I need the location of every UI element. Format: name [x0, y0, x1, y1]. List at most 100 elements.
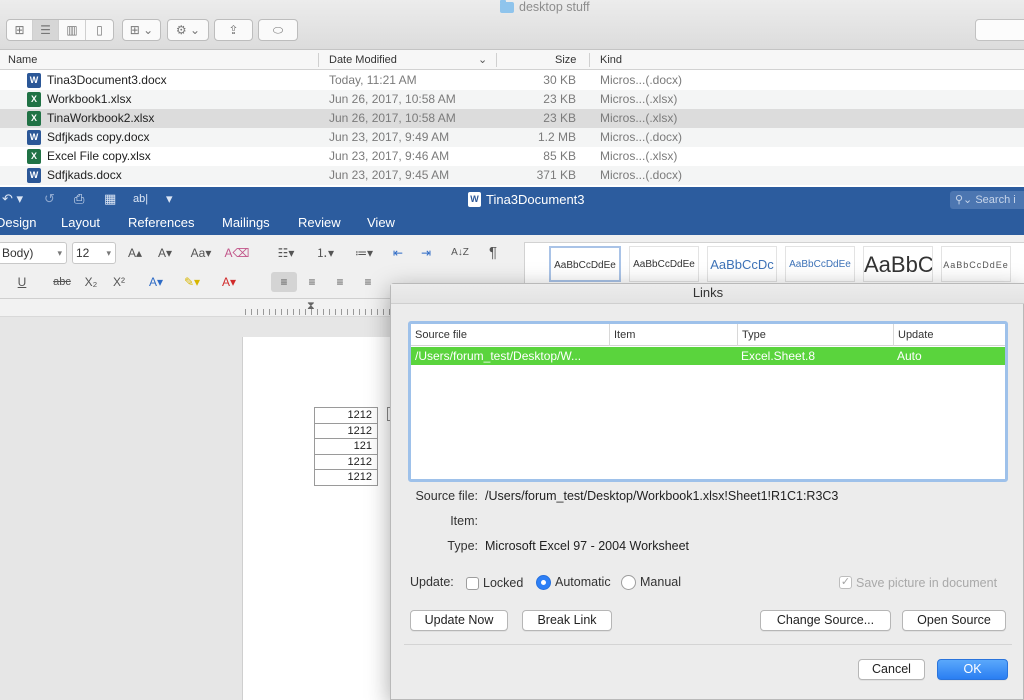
gallery-view-button[interactable]: ▯	[86, 20, 113, 40]
highlight-icon[interactable]: ✎▾	[176, 272, 208, 292]
automatic-radio[interactable]	[536, 575, 551, 590]
column-name-header[interactable]: Name	[8, 50, 37, 70]
links-list-row[interactable]: /Users/forum_test/Desktop/W... Excel.She…	[411, 347, 1005, 365]
embedded-excel-table[interactable]: 1212 1212 121 1212 1212	[314, 407, 378, 486]
links-list[interactable]: Source file Item Type Update /Users/foru…	[408, 321, 1008, 482]
file-kind: Micros...(.docx)	[600, 73, 683, 87]
justify-icon[interactable]: ≡	[355, 272, 381, 292]
table-row[interactable]: X Workbook1.xlsx Jun 26, 2017, 10:58 AM 23 …	[0, 90, 1024, 109]
style-preview[interactable]: AaBbCcDc	[707, 246, 777, 282]
finder-search-field[interactable]	[975, 19, 1024, 41]
multilevel-list-icon[interactable]: ≔▾	[348, 243, 380, 263]
font-color-icon[interactable]: A▾	[214, 272, 244, 292]
finder-column-header: Name Date Modified ⌄ Size Kind	[0, 50, 1024, 70]
table-row[interactable]: W Sdfjkads.docx Jun 23, 2017, 9:45 AM 371 K…	[0, 166, 1024, 185]
manual-radio[interactable]	[621, 575, 636, 590]
underline-icon[interactable]: U	[12, 272, 32, 292]
style-preview[interactable]: AaBbCcDdEe	[629, 246, 699, 282]
share-button[interactable]: ⇪	[215, 20, 252, 40]
text-box-icon[interactable]: ab|	[133, 193, 148, 205]
column-kind-header[interactable]: Kind	[600, 50, 622, 70]
align-right-icon[interactable]: ≡	[327, 272, 353, 292]
share-icon: ⇪	[228, 23, 239, 37]
file-size: 371 KB	[536, 168, 576, 182]
superscript-icon[interactable]: X²	[108, 272, 130, 292]
table-row[interactable]: W Tina3Document3.docx Today, 11:21 AM 30 KB…	[0, 71, 1024, 90]
list-view-button[interactable]: ☰	[33, 20, 59, 40]
shrink-font-icon[interactable]: A▾	[153, 243, 177, 263]
automatic-label: Automatic	[555, 575, 611, 589]
gallery-view-icon: ▯	[96, 23, 103, 37]
table-row[interactable]: X TinaWorkbook2.xlsx Jun 26, 2017, 10:58 A…	[0, 109, 1024, 128]
cancel-button[interactable]: Cancel	[858, 659, 925, 680]
style-preview[interactable]: AaBbCcDdEe	[785, 246, 855, 282]
ok-button[interactable]: OK	[937, 659, 1008, 680]
table-row: 1212	[314, 469, 378, 486]
locked-checkbox[interactable]	[466, 577, 479, 590]
print-icon[interactable]: ⎙	[74, 191, 84, 207]
share-group: ⇪	[214, 19, 253, 41]
type-column-header[interactable]: Type	[737, 324, 893, 346]
tab-references[interactable]: References	[128, 215, 194, 230]
grow-font-icon[interactable]: A▴	[123, 243, 147, 263]
tab-layout[interactable]: Layout	[61, 215, 100, 230]
style-preview[interactable]: AaBbCcDdEe	[549, 246, 621, 282]
strikethrough-icon[interactable]: abc	[48, 272, 76, 292]
item-column-header[interactable]: Item	[609, 324, 737, 346]
pilcrow-icon[interactable]: ¶	[480, 243, 506, 263]
increase-indent-icon[interactable]: ⇥	[415, 243, 437, 263]
table-row[interactable]: W Sdfjkads copy.docx Jun 23, 2017, 9:49 AM…	[0, 128, 1024, 147]
table-row[interactable]: X Excel File copy.xlsx Jun 23, 2017, 9:46 …	[0, 147, 1024, 166]
column-size-header[interactable]: Size	[555, 50, 576, 70]
column-view-button[interactable]: ▥	[59, 20, 86, 40]
clear-formatting-icon[interactable]: A⌫	[224, 243, 250, 263]
word-search-field[interactable]: ⚲⌄ Search i	[950, 191, 1024, 209]
tab-view[interactable]: View	[367, 215, 395, 230]
grid-icon[interactable]: ▦	[104, 191, 116, 207]
links-list-header: Source file Item Type Update	[411, 324, 1005, 346]
file-name: TinaWorkbook2.xlsx	[47, 111, 155, 125]
align-center-icon[interactable]: ≡	[299, 272, 325, 292]
arrange-button[interactable]: ⊞ ⌄	[123, 20, 160, 40]
update-now-button[interactable]: Update Now	[410, 610, 508, 631]
style-preview[interactable]: AaBbC	[863, 246, 933, 282]
subscript-icon[interactable]: X₂	[80, 272, 102, 292]
undo-icon[interactable]: ↶ ▾	[2, 191, 23, 207]
style-preview[interactable]: AaBbCcDdEe	[941, 246, 1011, 282]
open-source-button[interactable]: Open Source	[902, 610, 1006, 631]
bullets-icon[interactable]: ☷▾	[270, 243, 302, 263]
ruler-ticks	[245, 309, 390, 315]
change-source-button[interactable]: Change Source...	[760, 610, 891, 631]
change-case-icon[interactable]: Aa▾	[185, 243, 217, 263]
customize-toolbar-icon[interactable]: ▾	[166, 191, 173, 207]
column-separator	[318, 53, 319, 67]
action-button[interactable]: ⚙ ⌄	[168, 20, 208, 40]
file-name: Excel File copy.xlsx	[47, 149, 151, 163]
file-name: Sdfjkads copy.docx	[47, 130, 150, 144]
tab-mailings[interactable]: Mailings	[222, 215, 270, 230]
document-page[interactable]: 1212 1212 121 1212 1212	[242, 337, 402, 700]
word-doc-icon: W	[468, 192, 481, 207]
indent-marker-icon[interactable]: ⧗	[307, 300, 315, 313]
icon-view-button[interactable]: ⊞	[7, 20, 33, 40]
word-doc-icon: W	[27, 168, 41, 183]
font-name-box[interactable]: Body) ▾	[0, 242, 67, 264]
update-label: Update:	[410, 575, 454, 589]
decrease-indent-icon[interactable]: ⇤	[387, 243, 409, 263]
numbering-icon[interactable]: ⒈▾	[309, 243, 341, 263]
tab-review[interactable]: Review	[298, 215, 341, 230]
align-left-icon[interactable]: ≡	[271, 272, 297, 292]
sort-icon[interactable]: A↓Z	[446, 243, 474, 263]
break-link-button[interactable]: Break Link	[522, 610, 612, 631]
tags-button[interactable]: ⬭	[259, 20, 297, 40]
source-file-column-header[interactable]: Source file	[411, 324, 609, 346]
column-date-header[interactable]: Date Modified	[329, 50, 397, 70]
sort-chevron-icon[interactable]: ⌄	[478, 50, 487, 70]
font-size-box[interactable]: 12 ▾	[72, 242, 116, 264]
search-icon: ⚲⌄	[955, 194, 976, 206]
update-column-header[interactable]: Update	[893, 324, 1005, 346]
tab-design[interactable]: Design	[0, 215, 36, 230]
redo-icon[interactable]: ↺	[44, 191, 55, 207]
text-effects-icon[interactable]: A▾	[142, 272, 170, 292]
save-picture-checkbox[interactable]: ✓	[839, 576, 852, 589]
